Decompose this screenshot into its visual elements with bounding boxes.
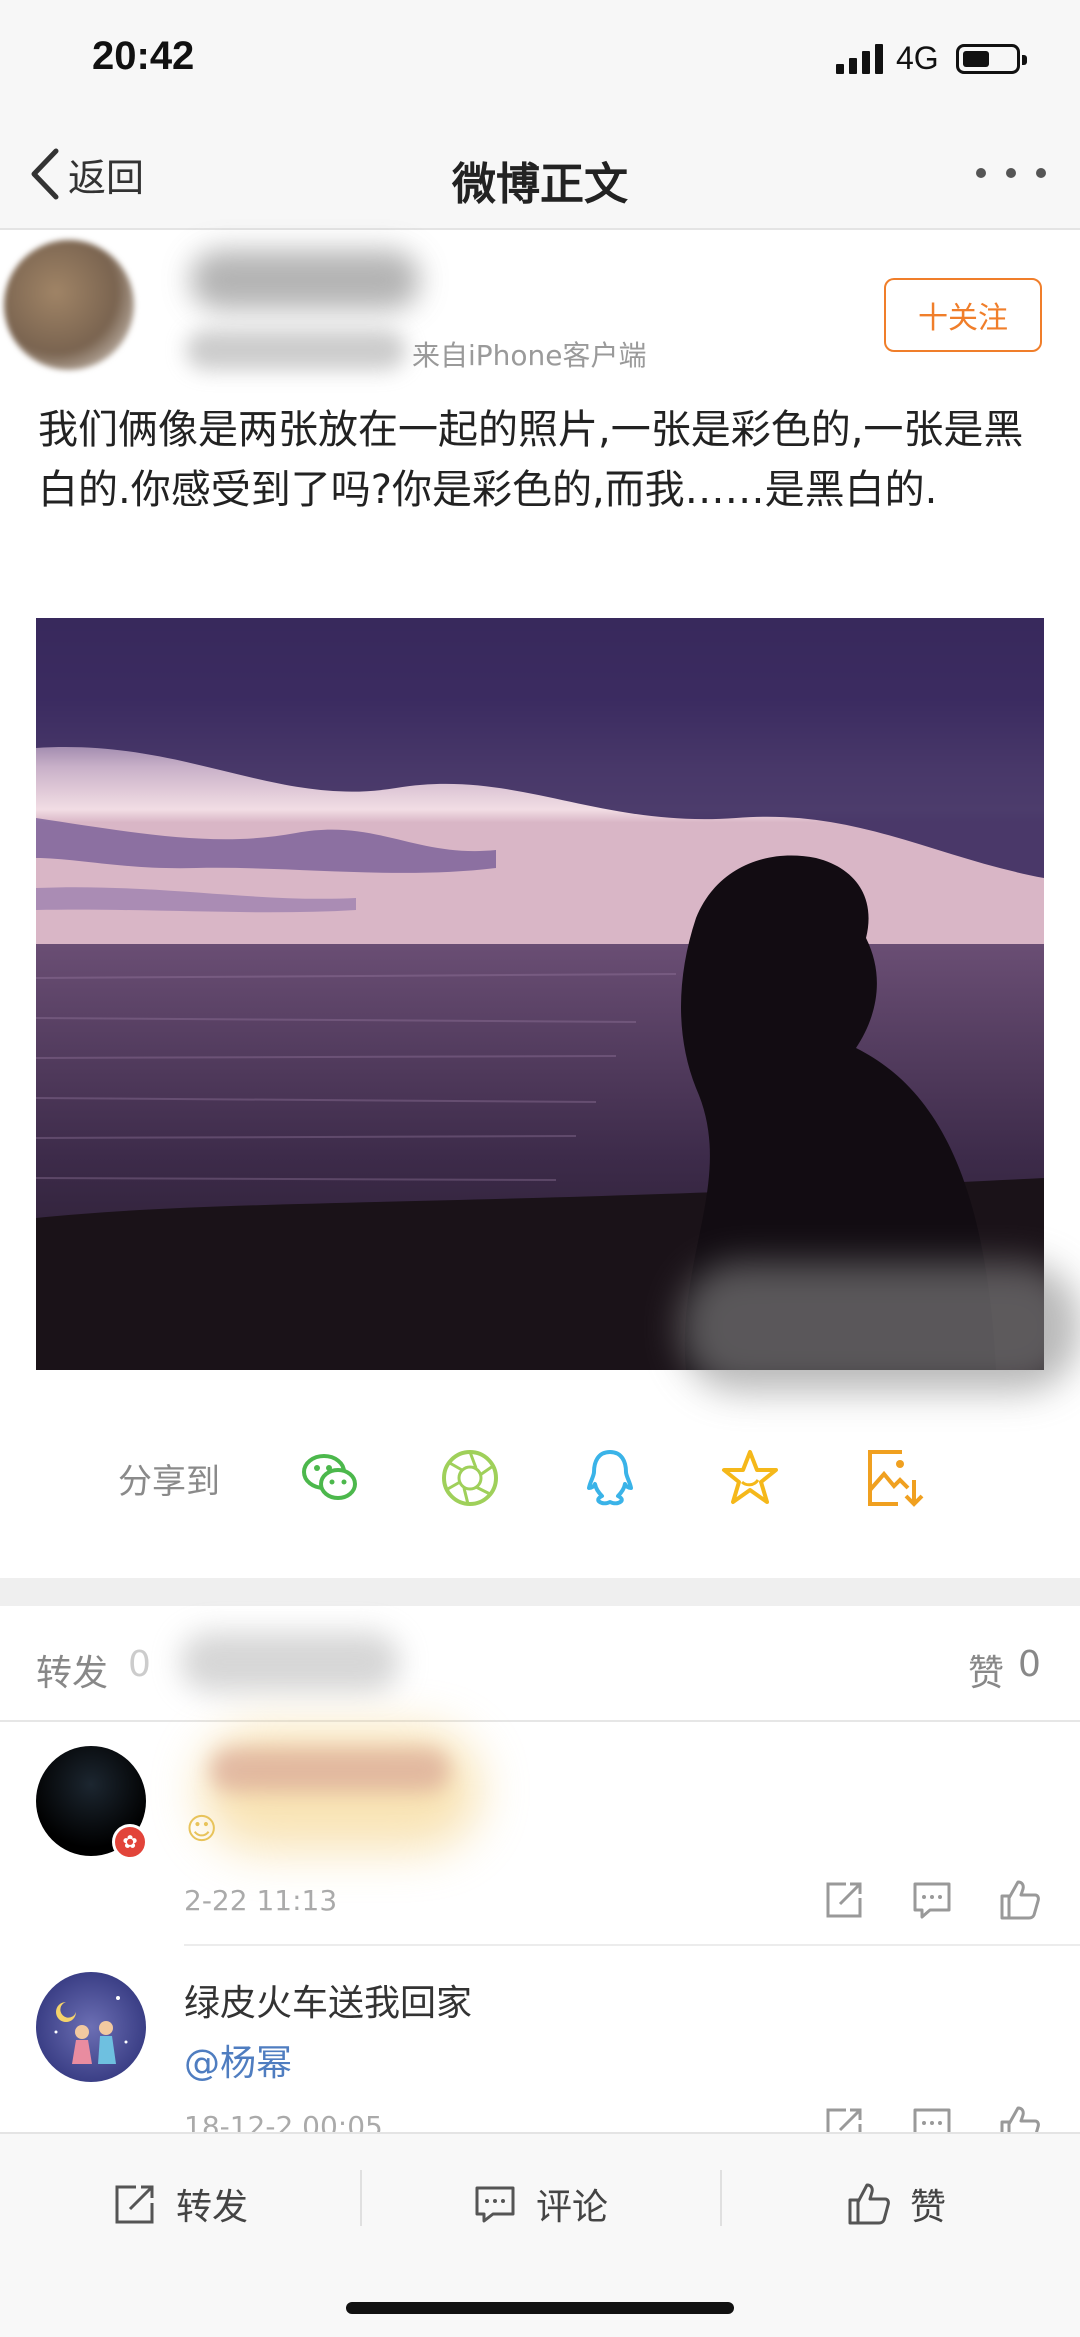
commenter-name-redacted[interactable]	[210, 1748, 450, 1792]
author-avatar[interactable]	[4, 240, 134, 370]
repost-tab-label[interactable]: 转发	[36, 1644, 108, 1696]
post-image[interactable]	[36, 618, 1044, 1370]
save-image-icon[interactable]	[862, 1446, 926, 1510]
comment-time: 2-22 11:13	[184, 1884, 338, 1917]
toolbar-divider	[360, 2170, 362, 2226]
wechat-icon[interactable]	[298, 1446, 362, 1510]
comment-text: 绿皮火车送我回家	[184, 1983, 473, 2024]
reply-comment-icon[interactable]	[910, 1878, 954, 1922]
commenter-avatar[interactable]	[36, 1972, 146, 2082]
nav-bar: 返回 微博正文	[0, 118, 1080, 230]
repost-button[interactable]: 转发	[112, 2174, 248, 2234]
like-count: 0	[1018, 1644, 1041, 1685]
repost-icon	[115, 2185, 154, 2224]
thumbs-up-icon	[848, 2183, 890, 2225]
favorite-star-icon[interactable]	[718, 1446, 782, 1510]
sunset-photo	[36, 618, 1044, 1370]
post-time-redacted	[186, 330, 406, 370]
comment-button[interactable]: 评论	[472, 2174, 608, 2234]
post-source: 来自iPhone客户端	[412, 339, 647, 372]
network-type: 4G	[896, 40, 939, 76]
watermark-redacted	[680, 1262, 1080, 1392]
toolbar-divider	[720, 2170, 722, 2226]
comment-divider	[184, 1944, 1080, 1946]
like-comment-icon[interactable]	[998, 1878, 1042, 1922]
status-time: 20:42	[92, 34, 195, 78]
comment-label: 评论	[536, 2187, 609, 2228]
like-button[interactable]: 赞	[846, 2174, 946, 2234]
more-options-button[interactable]	[976, 158, 1046, 188]
page-title: 微博正文	[452, 159, 628, 210]
emoji-icon: ☺	[186, 1812, 218, 1847]
section-divider	[0, 1578, 1080, 1606]
bottom-toolbar: 转发 评论 赞	[0, 2132, 1080, 2337]
status-bar: 20:42 4G	[0, 0, 1080, 118]
repost-comment-icon[interactable]	[822, 1878, 866, 1922]
repost-label: 转发	[176, 2187, 249, 2228]
home-indicator[interactable]	[346, 2302, 734, 2314]
qq-icon[interactable]	[578, 1446, 642, 1510]
counts-bar: 转发 0 赞 0	[0, 1606, 1080, 1722]
post-text: 我们俩像是两张放在一起的照片,一张是彩色的,一张是黑白的.你感受到了吗?你是彩色…	[38, 407, 1024, 513]
comment-icon	[475, 2186, 515, 2223]
comments-tab-redacted[interactable]	[180, 1632, 400, 1692]
like-tab-label[interactable]: 赞	[968, 1644, 1004, 1696]
share-label: 分享到	[118, 1462, 220, 1502]
verified-badge-icon: ✿	[112, 1824, 148, 1860]
author-name-redacted[interactable]	[190, 250, 420, 310]
couple-illustration-icon	[54, 1996, 128, 2064]
battery-icon	[956, 44, 1027, 74]
moments-icon[interactable]	[438, 1446, 502, 1510]
dot-icon	[1036, 168, 1046, 178]
dot-icon	[976, 168, 986, 178]
follow-button[interactable]: 十关注	[884, 278, 1042, 352]
dot-icon	[1006, 168, 1016, 178]
like-label: 赞	[910, 2187, 947, 2228]
comment-actions	[822, 1878, 1042, 1922]
mention-link[interactable]: @杨幂	[184, 2034, 292, 2086]
signal-icon	[836, 44, 883, 74]
repost-count: 0	[128, 1644, 151, 1685]
